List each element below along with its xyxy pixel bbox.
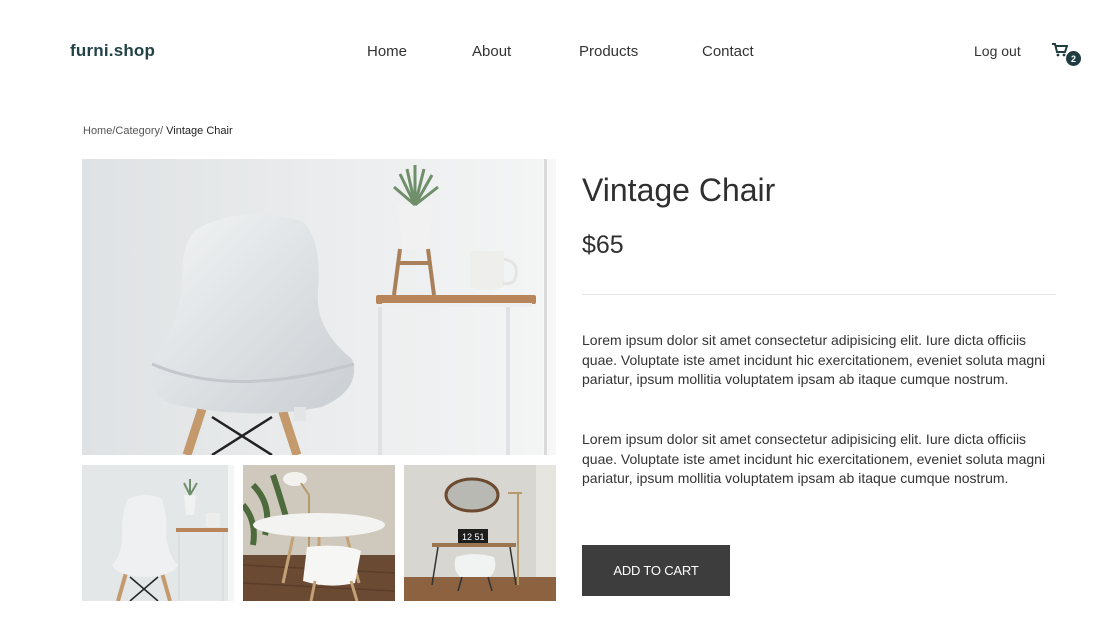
divider: [582, 294, 1056, 295]
main-product-image: [82, 159, 556, 455]
add-to-cart-button[interactable]: ADD TO CART: [582, 545, 730, 596]
breadcrumb-path[interactable]: Home/Category/: [83, 125, 163, 137]
product-price: $65: [582, 231, 624, 259]
site-header: furni.shop Home About Products Contact L…: [0, 0, 1120, 104]
breadcrumb-current: Vintage Chair: [163, 125, 233, 137]
cart-count-badge: 2: [1066, 51, 1081, 66]
product-title: Vintage Chair: [582, 172, 776, 208]
cart-button[interactable]: 2: [1052, 43, 1084, 67]
product-page: furni.shop Home About Products Contact L…: [0, 0, 1120, 630]
thumbnail-1[interactable]: [82, 465, 234, 601]
nav-contact[interactable]: Contact: [702, 43, 754, 60]
product-description-1: Lorem ipsum dolor sit amet consectetur a…: [582, 332, 1046, 387]
logout-link[interactable]: Log out: [974, 43, 1021, 59]
nav-products[interactable]: Products: [579, 43, 638, 60]
product-description-2: Lorem ipsum dolor sit amet consectetur a…: [582, 431, 1046, 486]
breadcrumb: Home/Category/ Vintage Chair: [83, 125, 233, 137]
nav-home[interactable]: Home: [367, 43, 407, 60]
thumbnail-3[interactable]: 12 51: [404, 465, 556, 601]
thumbnail-2[interactable]: [243, 465, 395, 601]
nav-about[interactable]: About: [472, 43, 511, 60]
site-logo[interactable]: furni.shop: [70, 41, 155, 61]
clock-display: 12 51: [462, 532, 485, 542]
